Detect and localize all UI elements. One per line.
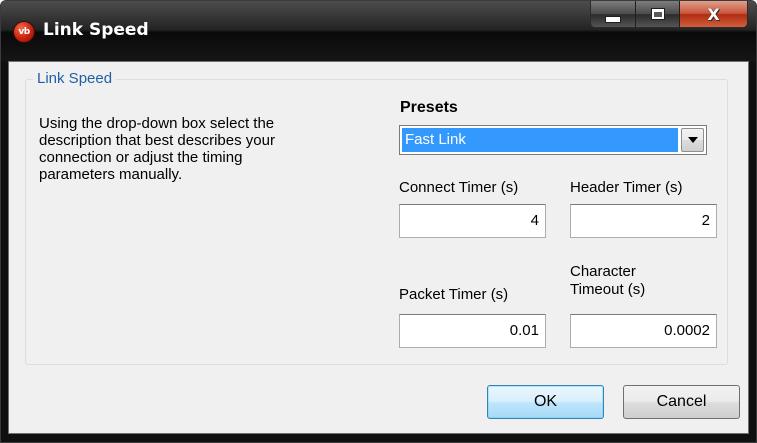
- window-title: Link Speed: [43, 20, 149, 40]
- title-bar[interactable]: vb Link Speed X: [1, 1, 756, 61]
- header-timer-input[interactable]: 2: [570, 204, 717, 238]
- chevron-down-icon: [687, 137, 698, 143]
- presets-dropdown-button[interactable]: [681, 128, 704, 152]
- packet-timer-label: Packet Timer (s): [399, 286, 509, 303]
- ok-button[interactable]: OK: [487, 385, 604, 419]
- dialog-body: Link Speed Using the drop-down box selec…: [8, 61, 749, 434]
- instructions-text: Using the drop-down box select the descr…: [39, 115, 275, 183]
- character-timeout-label-line2: Timeout (s): [570, 281, 646, 298]
- link-speed-groupbox: Link Speed Using the drop-down box selec…: [25, 71, 728, 365]
- caption-buttons: X: [590, 1, 748, 28]
- character-timeout-label-line1: Character: [570, 263, 636, 280]
- presets-dropdown[interactable]: Fast Link: [399, 125, 707, 155]
- minimize-icon: [605, 15, 621, 23]
- character-timeout-label: Character Timeout (s): [570, 263, 645, 299]
- cancel-button[interactable]: Cancel: [623, 385, 740, 419]
- connect-timer-input[interactable]: 4: [399, 204, 546, 238]
- presets-selected-value[interactable]: Fast Link: [402, 128, 678, 152]
- connect-timer-label: Connect Timer (s): [399, 179, 519, 196]
- packet-timer-input[interactable]: 0.01: [399, 314, 546, 348]
- character-timeout-input[interactable]: 0.0002: [570, 314, 717, 348]
- app-icon[interactable]: vb: [13, 21, 35, 43]
- close-icon: X: [707, 4, 720, 24]
- maximize-icon: [650, 8, 665, 20]
- header-timer-label: Header Timer (s): [570, 179, 683, 196]
- groupbox-legend: Link Speed: [33, 71, 117, 87]
- maximize-button[interactable]: [635, 1, 679, 27]
- presets-label: Presets: [400, 99, 458, 116]
- link-speed-dialog: vb Link Speed X Link Speed Using the dro…: [0, 0, 757, 443]
- close-button[interactable]: X: [679, 1, 747, 27]
- minimize-button[interactable]: [591, 1, 635, 27]
